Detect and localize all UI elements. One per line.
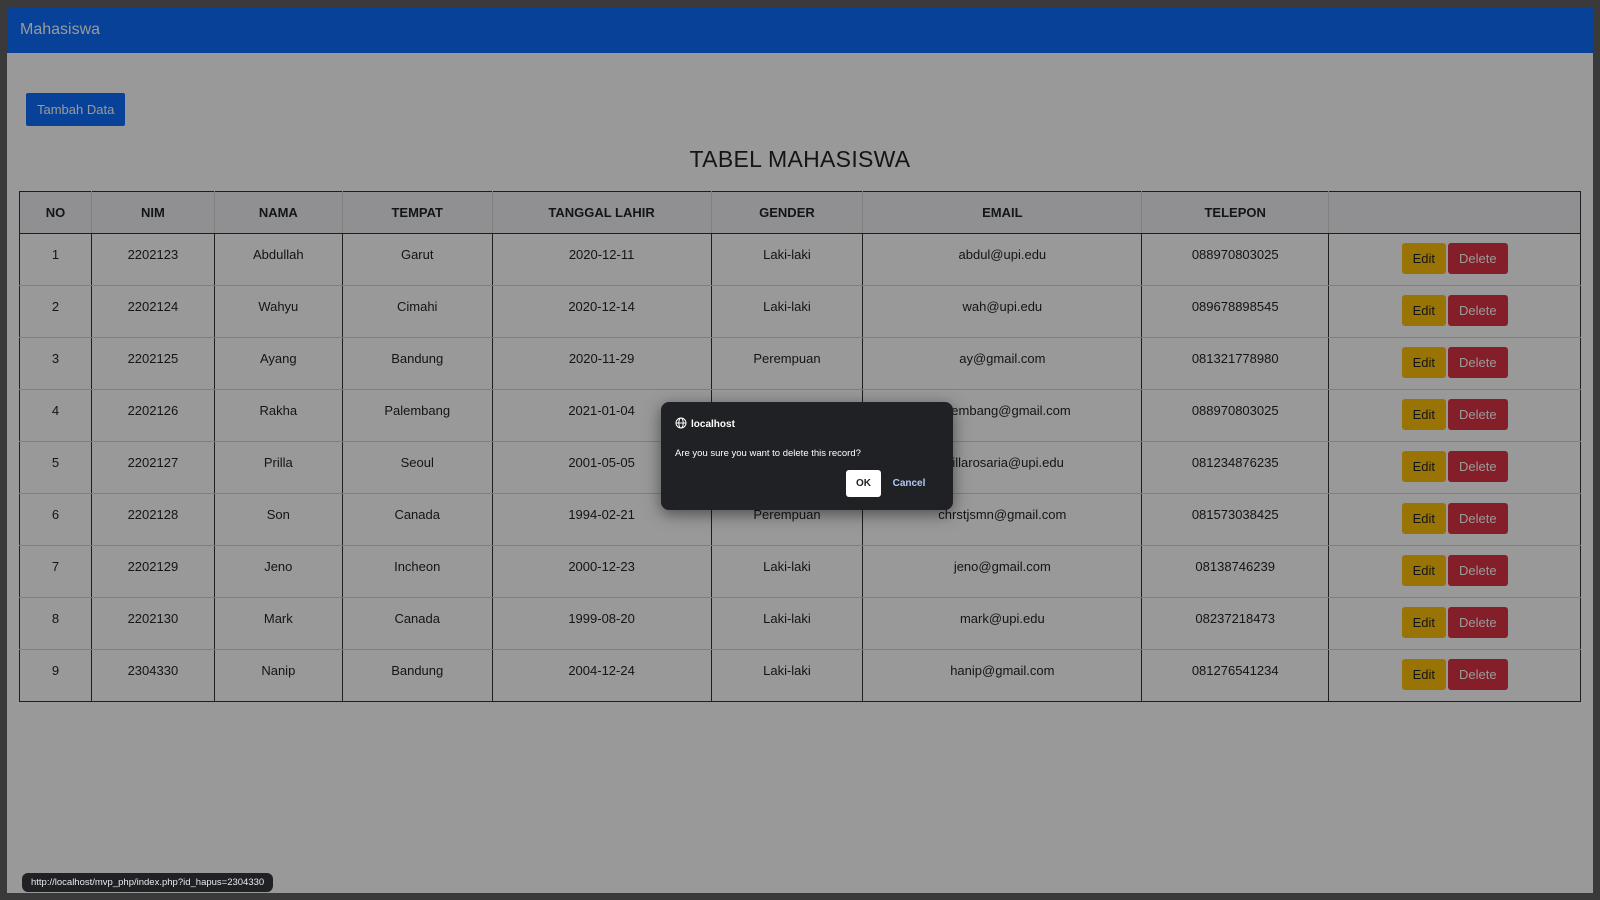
dialog-origin-text: localhost: [691, 419, 735, 430]
cancel-button[interactable]: Cancel: [889, 470, 929, 497]
dialog-message: Are you sure you want to delete this rec…: [675, 448, 861, 459]
globe-icon: [675, 417, 687, 432]
confirm-dialog: localhost Are you sure you want to delet…: [661, 402, 953, 510]
status-url: http://localhost/mvp_php/index.php?id_ha…: [22, 873, 274, 892]
dialog-origin: localhost: [675, 417, 735, 432]
ok-button[interactable]: OK: [846, 470, 881, 497]
browser-viewport: Mahasiswa Tambah Data TABEL MAHASISWA NO…: [7, 7, 1593, 893]
